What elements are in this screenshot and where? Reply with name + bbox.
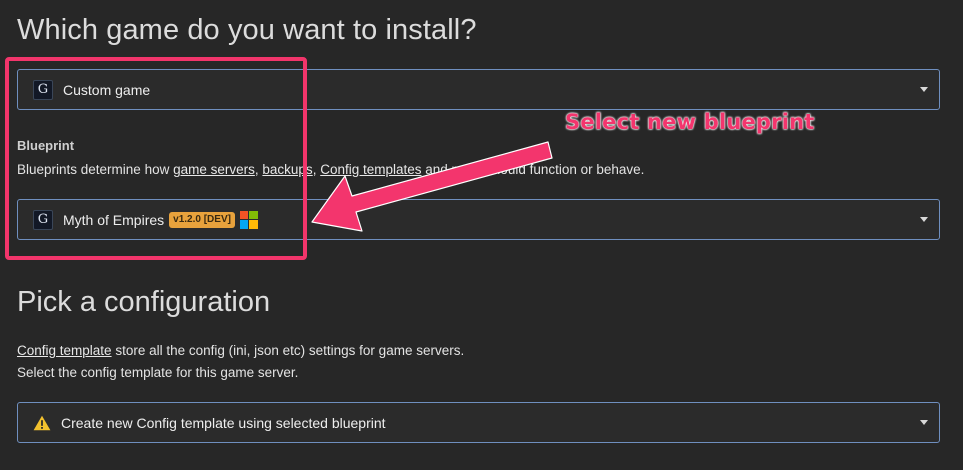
annotation-label: Select new blueprint xyxy=(565,110,815,134)
link-backups[interactable]: backups xyxy=(262,162,312,177)
chevron-down-icon xyxy=(920,420,928,425)
game-logo-icon: G xyxy=(33,209,53,230)
game-logo-icon: G xyxy=(33,79,53,100)
warning-icon xyxy=(33,415,51,430)
install-heading: Which game do you want to install? xyxy=(17,14,477,46)
game-select[interactable]: G Custom game xyxy=(17,69,940,110)
blueprint-label: Blueprint xyxy=(17,138,75,153)
version-badge: v1.2.0 [DEV] xyxy=(169,211,235,228)
config-description-suffix: store all the config (ini, json etc) set… xyxy=(111,343,465,358)
game-select-value: Custom game xyxy=(63,81,151,98)
blueprint-description: Blueprints determine how game servers, b… xyxy=(17,159,644,181)
windows-icon xyxy=(239,210,258,229)
config-description: Config template store all the config (in… xyxy=(17,340,464,384)
link-config-template[interactable]: Config template xyxy=(17,343,112,358)
link-config-templates[interactable]: Config templates xyxy=(320,162,421,177)
link-game-servers[interactable]: game servers xyxy=(173,162,255,177)
config-description-line2: Select the config template for this game… xyxy=(17,365,299,380)
configuration-heading: Pick a configuration xyxy=(17,286,271,318)
chevron-down-icon xyxy=(920,217,928,222)
chevron-down-icon xyxy=(920,87,928,92)
config-template-select[interactable]: Create new Config template using selecte… xyxy=(17,402,940,443)
blueprint-select-value: Myth of Empires xyxy=(63,211,165,228)
config-select-value: Create new Config template using selecte… xyxy=(61,414,386,431)
blueprint-description-suffix: and more should function or behave. xyxy=(421,162,645,177)
blueprint-select[interactable]: G Myth of Empires v1.2.0 [DEV] xyxy=(17,199,940,240)
blueprint-description-prefix: Blueprints determine how xyxy=(17,162,174,177)
